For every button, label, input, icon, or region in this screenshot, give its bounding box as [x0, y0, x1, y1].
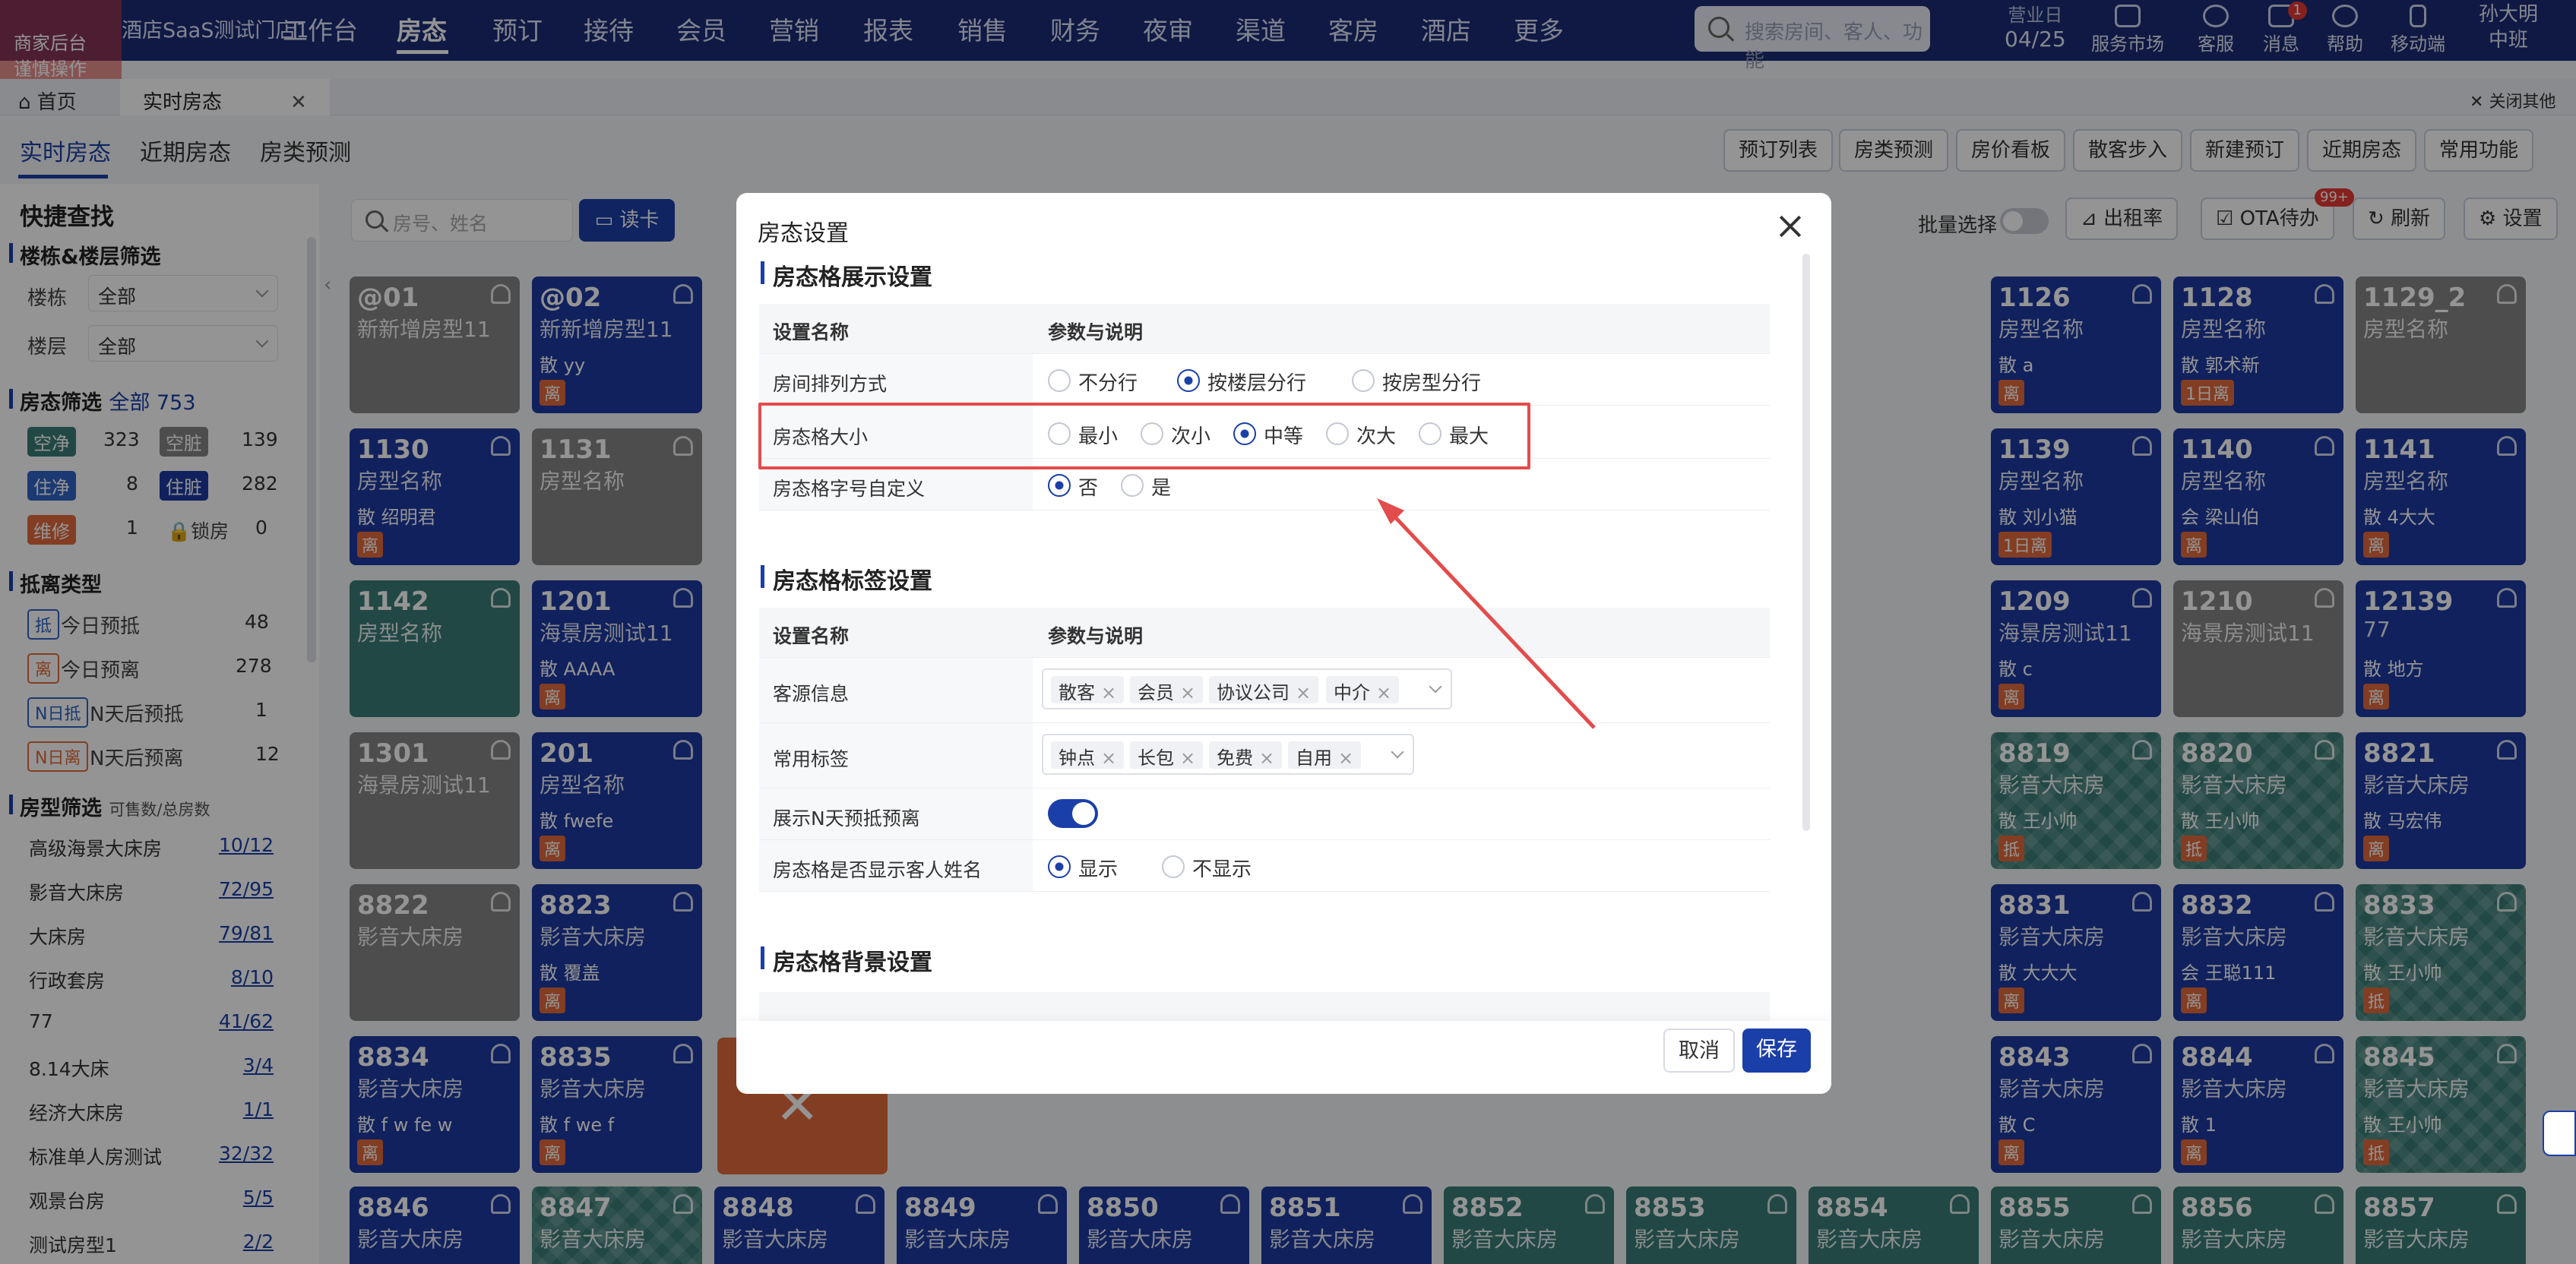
setting-name: 常用标签: [773, 748, 850, 770]
display-settings-heading: 房态格展示设置: [761, 258, 932, 292]
setting-row-show-guest-name: 房态格是否显示客人姓名 显示 不显示: [759, 840, 1770, 892]
tag-settings-heading: 房态格标签设置: [761, 562, 932, 596]
setting-name: 展示N天预抵预离: [773, 807, 920, 830]
tag-chip[interactable]: 协议公司: [1209, 676, 1319, 703]
tag-chip[interactable]: 会员: [1130, 676, 1204, 703]
dialog-scrollbar[interactable]: [1802, 254, 1810, 831]
tag-chip[interactable]: 散客: [1051, 676, 1125, 703]
setting-name: 客源信息: [773, 683, 850, 705]
close-icon[interactable]: [1778, 214, 1802, 239]
tag-chip[interactable]: 自用: [1288, 741, 1362, 769]
setting-row-arrangement: 房间排列方式 不分行 按楼层分行 按房型分行: [759, 354, 1770, 406]
save-button[interactable]: 保存: [1742, 1029, 1811, 1073]
radio-no[interactable]: 否: [1048, 472, 1098, 501]
table-header: 设置名称 参数与说明: [759, 608, 1770, 658]
chevron-down-icon: [1391, 745, 1404, 759]
n-days-toggle[interactable]: [1048, 799, 1098, 828]
col-name: 设置名称: [773, 625, 850, 647]
cancel-button[interactable]: 取消: [1663, 1029, 1735, 1073]
radio-yes[interactable]: 是: [1121, 472, 1171, 501]
radio-by-roomtype[interactable]: 按房型分行: [1352, 368, 1481, 396]
common-tags-multiselect[interactable]: 钟点 长包 免费 自用: [1042, 734, 1414, 775]
setting-row-guest-source: 客源信息 散客 会员 协议公司 中介: [759, 658, 1770, 723]
setting-name: 房间排列方式: [773, 373, 888, 395]
table-header: 设置名称 参数与说明: [759, 304, 1770, 354]
col-param: 参数与说明: [1048, 321, 1144, 343]
radio-hide[interactable]: 不显示: [1162, 854, 1252, 882]
guest-source-multiselect[interactable]: 散客 会员 协议公司 中介: [1042, 668, 1452, 709]
feedback-side-button[interactable]: [2543, 1111, 2576, 1156]
tag-chip[interactable]: 中介: [1326, 676, 1400, 703]
setting-row-n-days: 展示N天预抵预离: [759, 788, 1770, 840]
radio-show[interactable]: 显示: [1048, 854, 1118, 882]
dialog-title: 房态设置: [758, 220, 849, 247]
background-settings-heading: 房态格背景设置: [761, 943, 932, 977]
room-status-settings-dialog: 房态设置 房态格展示设置 设置名称 参数与说明 房间排列方式 不分行 按楼层分行 …: [736, 193, 1831, 1094]
radio-by-floor[interactable]: 按楼层分行: [1177, 368, 1306, 396]
setting-row-common-tags: 常用标签 钟点 长包 免费 自用: [759, 723, 1770, 788]
setting-name: 房态格字号自定义: [773, 478, 926, 500]
tag-chip[interactable]: 长包: [1130, 741, 1204, 769]
radio-no-split[interactable]: 不分行: [1048, 368, 1138, 396]
tag-chip[interactable]: 钟点: [1051, 741, 1125, 769]
col-name: 设置名称: [773, 321, 850, 343]
setting-name: 房态格是否显示客人姓名: [773, 859, 983, 881]
chevron-down-icon: [1429, 680, 1442, 694]
table-header: [759, 992, 1770, 1022]
col-param: 参数与说明: [1048, 625, 1144, 647]
highlight-box: [758, 403, 1530, 469]
tag-chip[interactable]: 免费: [1209, 741, 1283, 769]
